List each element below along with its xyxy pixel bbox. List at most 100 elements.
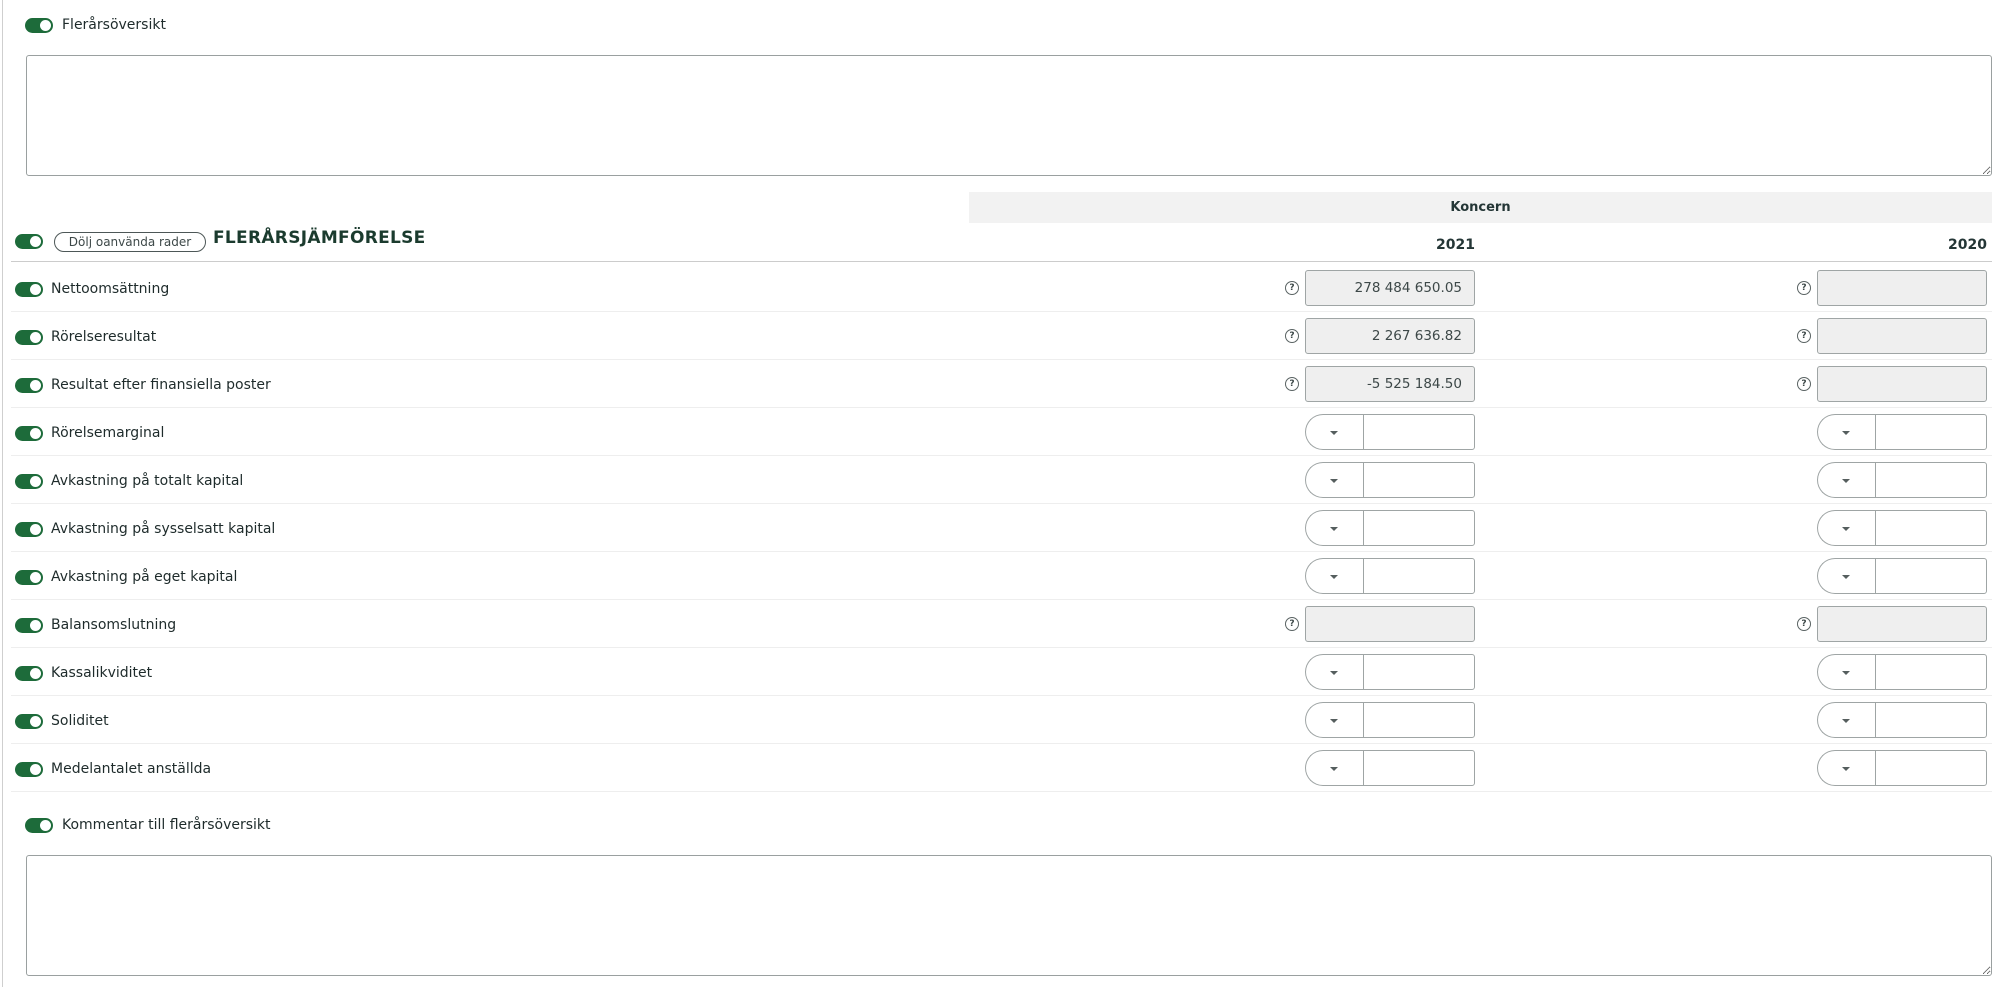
left-border [2, 0, 3, 987]
help-icon[interactable]: ? [1797, 617, 1811, 631]
help-icon[interactable]: ? [1797, 281, 1811, 295]
unit-dropdown[interactable] [1817, 558, 1875, 594]
value-input-group [1817, 558, 1987, 594]
toggle-flersarsjamforelse[interactable] [15, 234, 43, 249]
row-toggle[interactable] [15, 378, 43, 393]
row-divider [11, 743, 1992, 744]
row-label: Avkastning på totalt kapital [51, 473, 244, 489]
value-input[interactable] [1363, 414, 1475, 450]
caret-down-icon [1330, 575, 1338, 579]
value-input-group [1817, 750, 1987, 786]
row-divider [11, 791, 1992, 792]
row-label: Avkastning på sysselsatt kapital [51, 521, 276, 537]
unit-dropdown[interactable] [1817, 414, 1875, 450]
section-title: FLERÅRSJÄMFÖRELSE [213, 228, 426, 248]
row-label: Resultat efter finansiella poster [51, 377, 271, 393]
help-icon[interactable]: ? [1797, 329, 1811, 343]
help-icon[interactable]: ? [1285, 377, 1299, 391]
caret-down-icon [1842, 575, 1850, 579]
value-input-group [1305, 462, 1475, 498]
row-toggle[interactable] [15, 522, 43, 537]
row-toggle[interactable] [15, 474, 43, 489]
unit-dropdown[interactable] [1817, 510, 1875, 546]
value-input[interactable] [1875, 654, 1987, 690]
row-toggle[interactable] [15, 714, 43, 729]
value-input[interactable] [1875, 558, 1987, 594]
value-input-group [1305, 654, 1475, 690]
readonly-value-field: 2 267 636.82 [1305, 318, 1475, 354]
row-divider [11, 647, 1992, 648]
row-label: Nettoomsättning [51, 281, 170, 297]
value-input-group [1305, 750, 1475, 786]
caret-down-icon [1842, 719, 1850, 723]
value-input[interactable] [1875, 462, 1987, 498]
readonly-value-field [1305, 606, 1475, 642]
row-toggle[interactable] [15, 426, 43, 441]
unit-dropdown[interactable] [1305, 510, 1363, 546]
readonly-value-field: 278 484 650.05 [1305, 270, 1475, 306]
value-input[interactable] [1363, 750, 1475, 786]
row-toggle[interactable] [15, 282, 43, 297]
help-icon[interactable]: ? [1797, 377, 1811, 391]
help-icon[interactable]: ? [1285, 617, 1299, 631]
value-input[interactable] [1363, 510, 1475, 546]
caret-down-icon [1842, 479, 1850, 483]
value-input-group [1305, 702, 1475, 738]
value-input[interactable] [1363, 702, 1475, 738]
row-toggle[interactable] [15, 570, 43, 585]
unit-dropdown[interactable] [1817, 654, 1875, 690]
help-icon[interactable]: ? [1285, 329, 1299, 343]
unit-dropdown[interactable] [1305, 462, 1363, 498]
unit-dropdown[interactable] [1817, 750, 1875, 786]
koncern-header: Koncern [1450, 200, 1511, 215]
row-toggle[interactable] [15, 762, 43, 777]
unit-dropdown[interactable] [1305, 702, 1363, 738]
hide-unused-rows-button[interactable]: Dölj oanvända rader [54, 232, 206, 252]
row-divider [11, 311, 1992, 312]
caret-down-icon [1330, 527, 1338, 531]
row-toggle[interactable] [15, 330, 43, 345]
kommentar-textarea[interactable] [26, 855, 1992, 976]
unit-dropdown[interactable] [1817, 462, 1875, 498]
caret-down-icon [1842, 527, 1850, 531]
kommentar-label: Kommentar till flerårsöversikt [62, 817, 271, 833]
value-input[interactable] [1875, 702, 1987, 738]
unit-dropdown[interactable] [1817, 702, 1875, 738]
year-header-2020: 2020 [1948, 237, 1987, 253]
readonly-value-field [1817, 606, 1987, 642]
value-input-group [1817, 654, 1987, 690]
caret-down-icon [1330, 767, 1338, 771]
unit-dropdown[interactable] [1305, 414, 1363, 450]
unit-dropdown[interactable] [1305, 558, 1363, 594]
toggle-flersarsoversikt[interactable] [25, 18, 53, 33]
caret-down-icon [1842, 767, 1850, 771]
row-divider [11, 695, 1992, 696]
flersarsoversikt-textarea[interactable] [26, 55, 1992, 176]
row-label: Medelantalet anställda [51, 761, 212, 777]
value-input[interactable] [1363, 558, 1475, 594]
row-divider [11, 551, 1992, 552]
row-label: Kassalikviditet [51, 665, 153, 681]
row-divider [11, 599, 1992, 600]
row-toggle[interactable] [15, 618, 43, 633]
caret-down-icon [1330, 479, 1338, 483]
value-input-group [1305, 510, 1475, 546]
value-input[interactable] [1363, 462, 1475, 498]
caret-down-icon [1842, 671, 1850, 675]
readonly-value-field: -5 525 184.50 [1305, 366, 1475, 402]
caret-down-icon [1330, 671, 1338, 675]
readonly-value-field [1817, 318, 1987, 354]
toggle-kommentar[interactable] [25, 818, 53, 833]
row-toggle[interactable] [15, 666, 43, 681]
value-input[interactable] [1363, 654, 1475, 690]
unit-dropdown[interactable] [1305, 654, 1363, 690]
value-input-group [1817, 702, 1987, 738]
value-input-group [1305, 414, 1475, 450]
help-icon[interactable]: ? [1285, 281, 1299, 295]
value-input[interactable] [1875, 414, 1987, 450]
row-divider [11, 503, 1992, 504]
value-input[interactable] [1875, 510, 1987, 546]
unit-dropdown[interactable] [1305, 750, 1363, 786]
value-input[interactable] [1875, 750, 1987, 786]
readonly-value-field [1817, 366, 1987, 402]
